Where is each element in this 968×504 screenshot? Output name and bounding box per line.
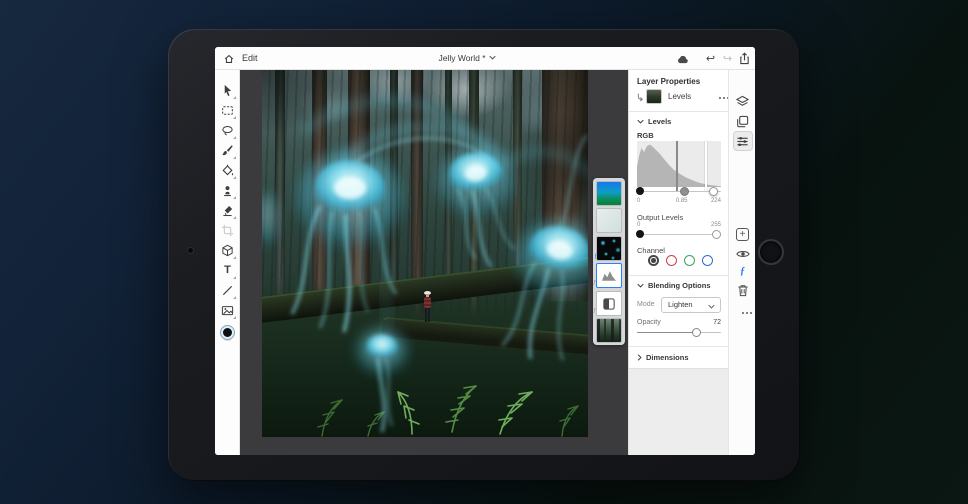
tablet-device: Edit Jelly World * ↩ ↪ T ƒ ƒ ƒ Layer Pro… [168, 29, 800, 481]
channel-green-button[interactable] [684, 255, 695, 266]
page-background: Edit Jelly World * ↩ ↪ T ƒ ƒ ƒ Layer Pro… [0, 0, 968, 504]
front-camera [188, 248, 193, 253]
blend-mode-row: Mode Lighten [637, 297, 721, 313]
marquee-select-tool[interactable] [221, 104, 236, 119]
levels-section-header[interactable]: Levels [637, 117, 721, 126]
foreground-color-swatch[interactable] [221, 326, 234, 339]
shapes-tool[interactable] [221, 244, 236, 259]
type-tool[interactable]: T [221, 264, 236, 279]
move-tool[interactable] [221, 84, 236, 99]
share-icon[interactable] [737, 51, 752, 66]
properties-icon-selected[interactable] [732, 131, 753, 151]
opacity-track-fill [637, 331, 697, 333]
chevron-down-icon [637, 119, 644, 124]
layers-icon[interactable] [735, 94, 750, 109]
opacity-row: Opacity 72 [637, 319, 721, 326]
input-gamma-value: 0.85 [675, 198, 688, 204]
layer-thumb-solid[interactable] [596, 208, 622, 233]
opacity-slider-handle[interactable] [692, 327, 701, 337]
chevron-down-icon [488, 55, 496, 60]
input-gamma-handle[interactable] [680, 186, 689, 196]
undo-icon[interactable]: ↩ [703, 51, 718, 66]
input-black-value: 0 [637, 198, 641, 204]
panel-empty-area [629, 368, 729, 455]
layer-thumb-jellyfish[interactable] [596, 236, 622, 261]
canvas-image[interactable] [262, 70, 588, 437]
channel-red-button[interactable] [666, 255, 677, 266]
layer-fx-badge: ƒ [594, 252, 598, 260]
channel-selector [637, 255, 721, 267]
cloud-sync-icon[interactable] [675, 51, 690, 66]
layer-thumb-mask[interactable] [596, 291, 622, 316]
output-black-handle[interactable] [636, 230, 644, 238]
panel-title: Layer Properties [637, 77, 701, 86]
input-black-handle[interactable] [636, 187, 644, 195]
selected-layer-row[interactable]: Levels [637, 88, 721, 106]
layer-properties-panel: Layer Properties Levels Levels RGB 0 0.8… [628, 70, 729, 455]
add-layer-icon[interactable]: + [735, 227, 750, 242]
chevron-down-icon [708, 304, 715, 309]
output-white-handle[interactable] [712, 229, 721, 239]
opacity-label: Opacity [637, 319, 661, 326]
crop-tool[interactable] [221, 224, 234, 237]
channel-name: RGB [637, 131, 654, 140]
levels-histogram [637, 141, 721, 187]
channel-blue-button[interactable] [702, 255, 713, 266]
opacity-value: 72 [713, 319, 721, 326]
histogram-icon [602, 271, 616, 281]
redo-icon[interactable]: ↪ [720, 51, 735, 66]
layer-clip-badge: ƒ [593, 308, 596, 314]
layer-thumb-levels-selected[interactable] [596, 263, 622, 288]
tools-sidebar: T [215, 70, 240, 455]
gamma-slider-stem [676, 141, 678, 191]
document-title[interactable]: Jelly World * [215, 47, 719, 70]
layer-more-icon[interactable] [719, 97, 721, 99]
input-white-handle[interactable] [709, 186, 718, 196]
output-levels-label: Output Levels [637, 213, 684, 222]
top-bar: Edit Jelly World * ↩ ↪ [215, 47, 755, 70]
output-max-value: 255 [710, 222, 721, 228]
duplicate-icon[interactable] [735, 114, 750, 129]
layer-thumb-forest[interactable] [596, 318, 622, 343]
blend-mode-select[interactable]: Lighten [661, 297, 721, 313]
canvas-workspace: ƒ ƒ ƒ [240, 70, 628, 455]
delete-trash-icon[interactable] [735, 283, 750, 298]
layer-clip-badge: ƒ [593, 280, 596, 286]
layer-thumb-gradient[interactable] [596, 181, 622, 206]
layers-strip: ƒ ƒ ƒ [593, 178, 625, 345]
chevron-down-icon [637, 283, 644, 288]
chevron-right-icon [637, 354, 642, 361]
home-button[interactable] [758, 239, 784, 265]
lasso-select-tool[interactable] [221, 124, 236, 139]
channel-rgb-button[interactable] [648, 255, 659, 266]
eraser-tool[interactable] [221, 204, 236, 219]
layer-thumbnail [646, 89, 662, 104]
dimensions-header[interactable]: Dimensions [637, 353, 721, 362]
place-image-tool[interactable] [221, 304, 236, 319]
fill-tool[interactable] [221, 164, 236, 179]
visibility-eye-icon[interactable] [735, 246, 750, 261]
app-window: Edit Jelly World * ↩ ↪ T ƒ ƒ ƒ Layer Pro… [215, 47, 755, 455]
clone-stamp-tool[interactable] [221, 184, 236, 199]
brush-tool[interactable] [221, 144, 236, 159]
channel-label: Channel [637, 246, 665, 255]
layer-effects-icon[interactable]: ƒ [735, 264, 750, 279]
right-taskbar: + ƒ [728, 70, 755, 455]
layer-name: Levels [668, 92, 692, 101]
half-fill-icon [603, 297, 615, 310]
input-white-value: 224 [710, 198, 721, 204]
mode-label: Mode [637, 301, 655, 308]
clipping-mask-icon [637, 93, 644, 104]
more-options-icon[interactable] [735, 305, 750, 320]
line-tool[interactable] [221, 284, 236, 299]
blending-options-header[interactable]: Blending Options [637, 281, 721, 290]
white-slider-stem [705, 141, 707, 191]
output-min-value: 0 [637, 222, 641, 228]
jellyfish-artwork [262, 95, 588, 433]
